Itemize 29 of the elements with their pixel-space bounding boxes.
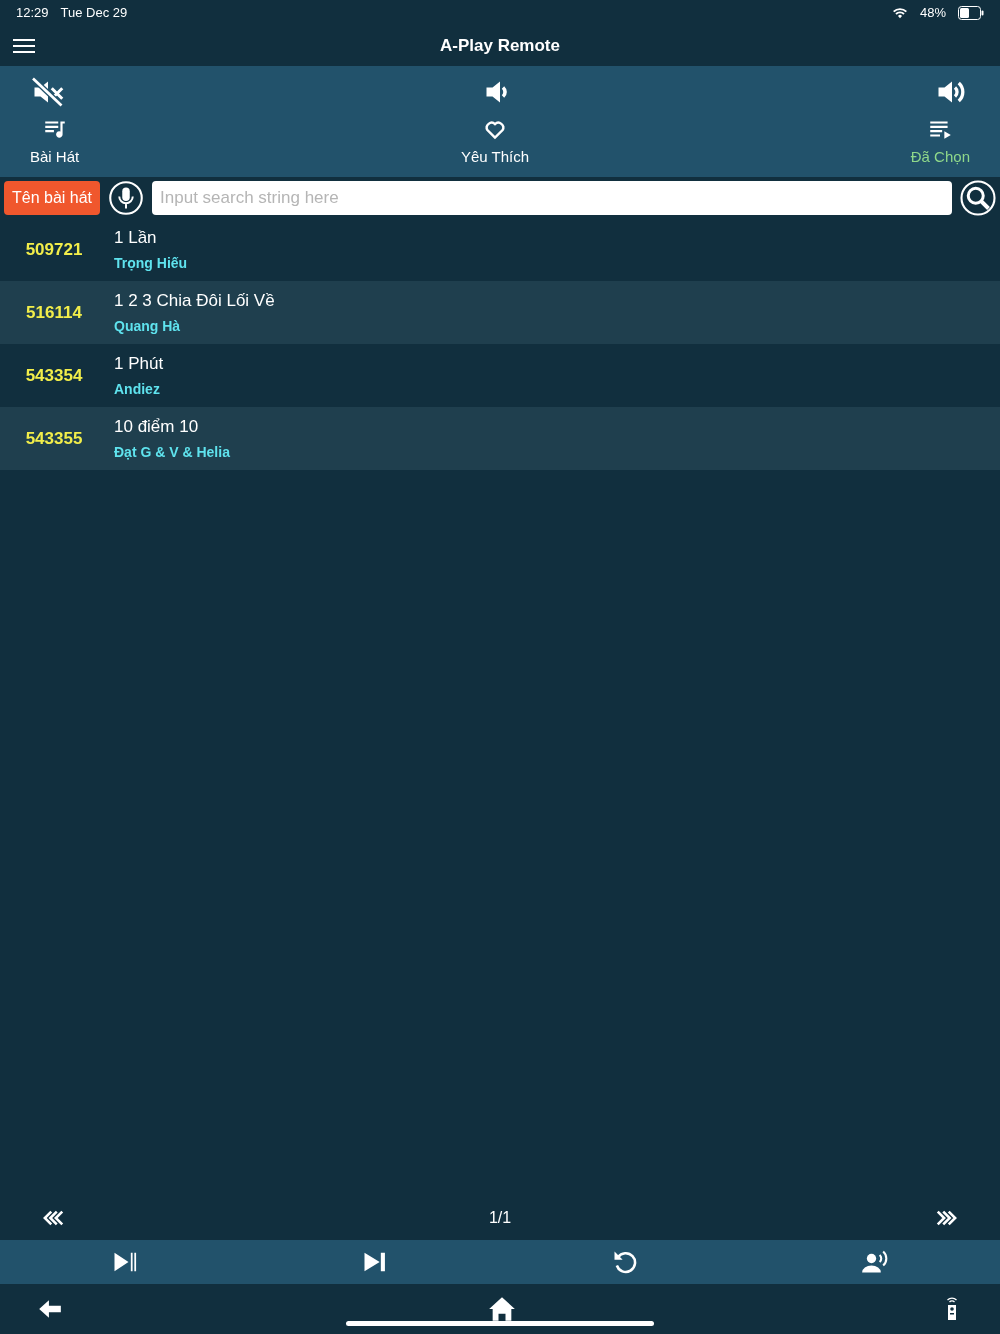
song-row[interactable]: 516114 1 2 3 Chia Đôi Lối Về Quang Hà [0,281,1000,344]
status-time: 12:29 [16,5,49,20]
song-title: 10 điểm 10 [114,417,200,437]
home-icon[interactable] [488,1295,516,1323]
mute-icon[interactable] [30,74,66,110]
search-icon[interactable] [960,179,996,216]
song-code: 516114 [25,302,83,323]
song-row[interactable]: 543355 10 điểm 10 Đạt G & V & Helia [0,407,1000,470]
song-code: 509721 [24,239,84,260]
tab[interactable]: Đã Chọn [910,112,970,171]
song-artist: Andiez [114,381,161,397]
song-title: 1 Lần [114,228,158,248]
status-date: Tue Dec 29 [60,5,128,20]
tab[interactable]: Yêu Thích [460,112,530,171]
battery-percent: 48% [919,5,946,20]
song-artist: Trọng Hiếu [114,255,188,271]
person-speaking-icon[interactable] [861,1248,889,1276]
app-title: A-Play Remote [439,35,561,56]
song-code: 543354 [24,365,84,386]
page-indicator: 1/1 [488,1208,512,1227]
song-title: 1 2 3 Chia Đôi Lối Về [114,291,275,311]
song-artist: Quang Hà [114,318,182,334]
battery-icon [958,5,984,20]
song-code: 543355 [24,428,84,449]
microphone-icon[interactable] [108,179,145,216]
tab[interactable]: Bài Hát [30,112,80,171]
search-field[interactable]: Input search string here [152,180,952,215]
song-title: 1 Phút [114,354,164,374]
song-artist: Đạt G & V & Helia [114,444,230,460]
